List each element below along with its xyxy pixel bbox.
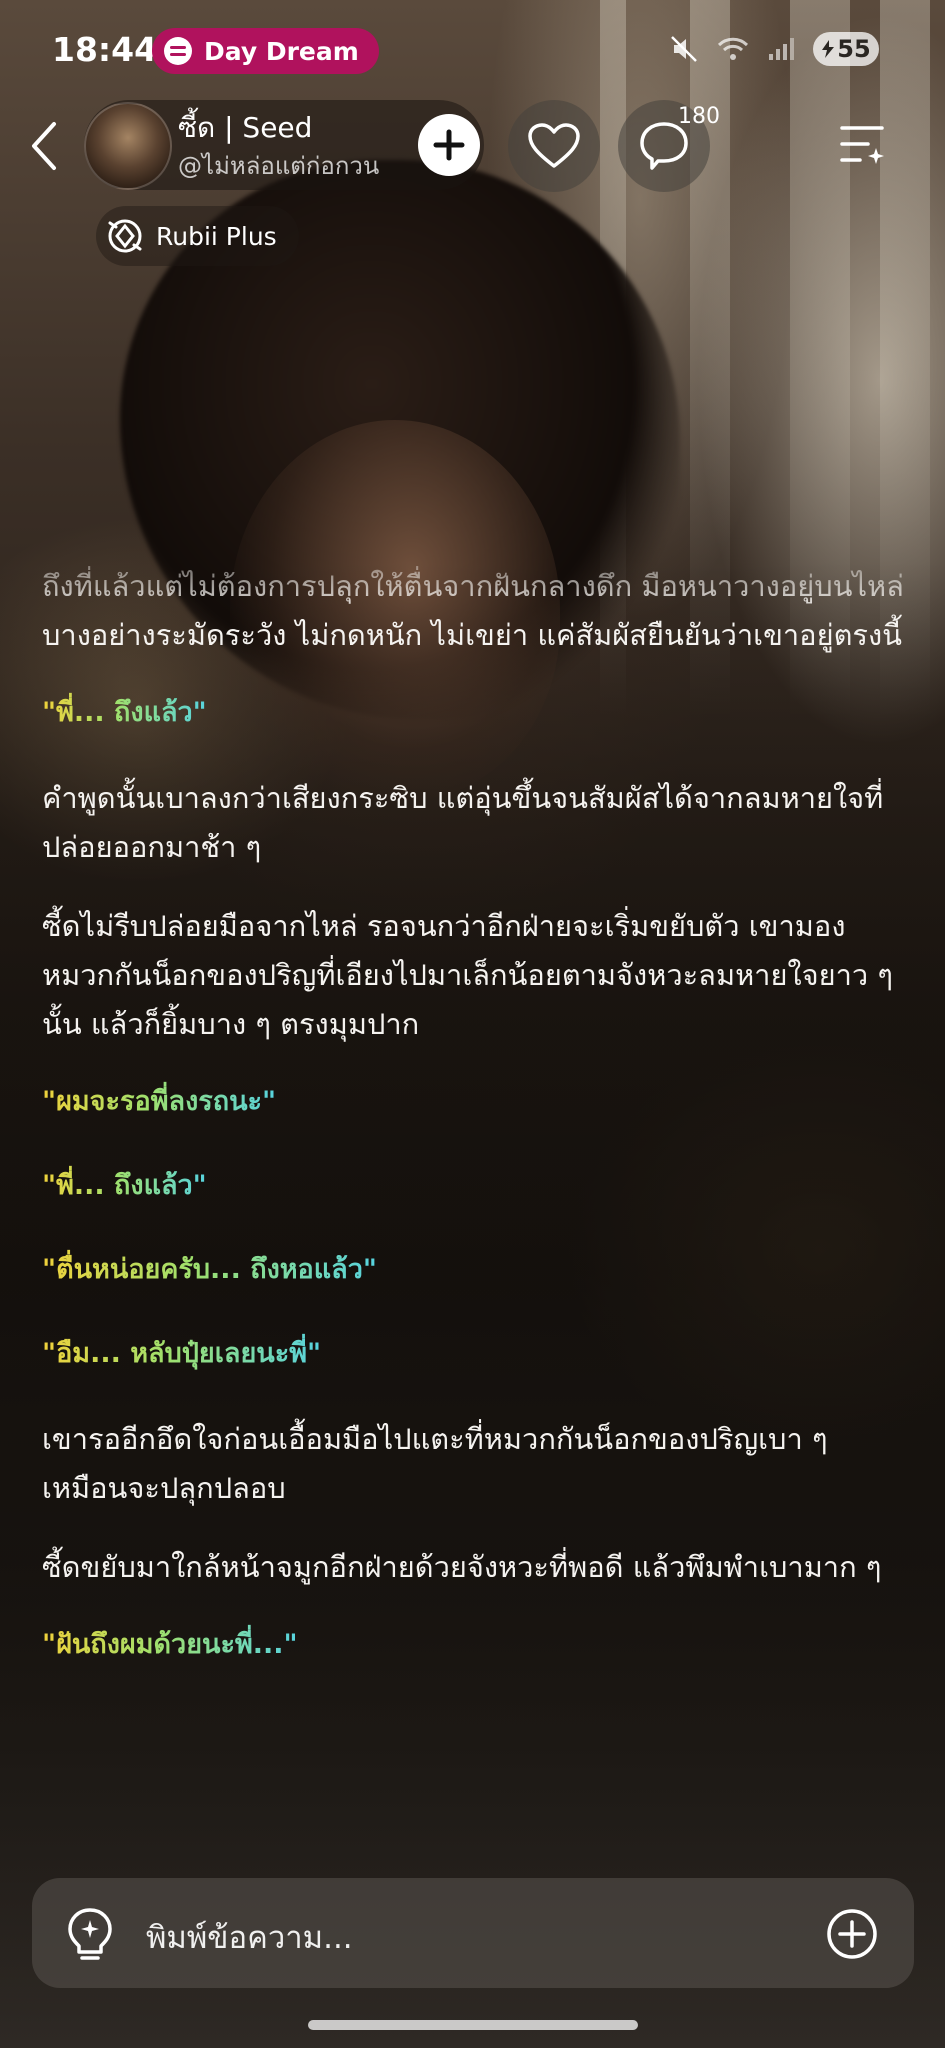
like-button[interactable] xyxy=(508,100,600,192)
now-playing-pill[interactable]: Day Dream xyxy=(152,28,379,74)
menu-sparkle-icon xyxy=(840,126,884,164)
system-icons: 55 xyxy=(669,32,879,66)
narration-message: ถึงที่แล้วแต่ไม่ต้องการปลุกให้ตื่นจากฝัน… xyxy=(42,569,904,652)
signal-icon xyxy=(765,34,797,64)
rubii-plus-icon xyxy=(108,219,142,253)
menu-button[interactable] xyxy=(838,120,888,168)
rubii-plus-label: Rubii Plus xyxy=(156,221,277,251)
now-playing-label: Day Dream xyxy=(204,36,359,66)
rubii-plus-badge[interactable]: Rubii Plus xyxy=(96,206,299,266)
dialogue-message: "ผมจะรอพี่ลงรถนะ" xyxy=(42,1079,276,1125)
dialogue-message: "ฝันถึงผมด้วยนะพี่..." xyxy=(42,1622,298,1668)
narration-message: ซี้ดไม่รีบปล่อยมือจากไหล่ รอจนกว่าอีกฝ่า… xyxy=(42,909,893,1041)
comment-count: 180 xyxy=(678,104,720,129)
mute-icon xyxy=(669,34,701,64)
narration-message: เขารออีกอึดใจก่อนเอื้อมมือไปแตะที่หมวกกั… xyxy=(42,1422,828,1505)
message-input-bar[interactable]: พิมพ์ข้อความ... xyxy=(32,1878,914,1988)
battery-level: 55 xyxy=(837,35,871,63)
creator-handle: @ไม่หล่อแต่ก่อกวน xyxy=(178,152,380,180)
narration-message: คำพูดนั้นเบาลงกว่าเสียงกระซิบ แต่อุ่นขึ้… xyxy=(42,781,884,864)
narration-message: ซี้ดขยับมาใกล้หน้าจมูกอีกฝ่ายด้วยจังหวะท… xyxy=(42,1550,882,1584)
home-indicator[interactable] xyxy=(308,2020,638,2030)
dialogue-message: "ตื่นหน่อยครับ... ถึงหอแล้ว" xyxy=(42,1247,377,1293)
status-bar: 18:44 Day Dream 55 xyxy=(0,0,945,100)
heart-icon xyxy=(528,123,580,168)
message-input[interactable]: พิมพ์ข้อความ... xyxy=(146,1912,353,1962)
dialogue-message: "พี่... ถึงแล้ว" xyxy=(42,1163,207,1209)
character-name: ซี้ด | Seed xyxy=(178,111,313,144)
avatar[interactable] xyxy=(84,102,172,190)
status-time: 18:44 xyxy=(52,30,158,69)
battery-indicator: 55 xyxy=(813,32,879,66)
back-button[interactable] xyxy=(24,118,64,174)
dialogue-message: "พี่... ถึงแล้ว" xyxy=(42,690,207,736)
plus-icon xyxy=(433,129,465,161)
wifi-icon xyxy=(717,34,749,64)
chat-log: ถึงที่แล้วแต่ไม่ต้องการปลุกให้ตื่นจากฝัน… xyxy=(42,562,912,1706)
plus-circle-icon xyxy=(827,1909,877,1959)
dialogue-message: "อืม... หลับปุ๋ยเลยนะพี่" xyxy=(42,1331,321,1377)
follow-button[interactable] xyxy=(418,114,480,176)
spotify-icon xyxy=(164,37,192,65)
lightbulb-icon[interactable] xyxy=(64,1906,116,1962)
add-attachment-button[interactable] xyxy=(826,1908,878,1960)
